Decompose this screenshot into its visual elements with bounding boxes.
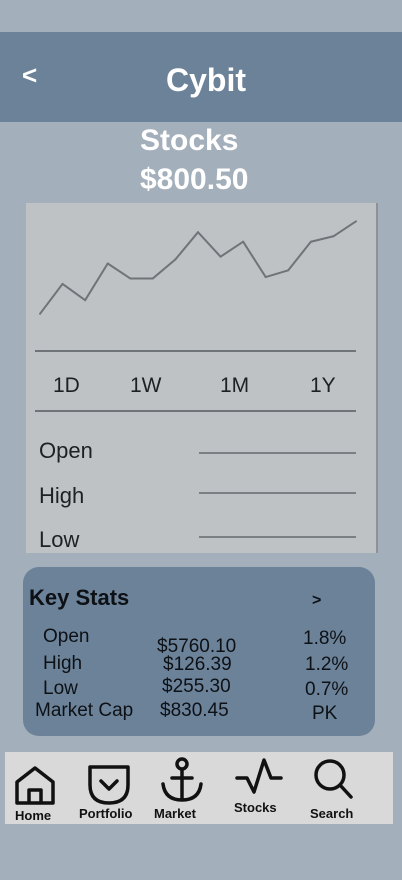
- stat-label-market-cap: Market Cap: [35, 700, 134, 721]
- key-stats-card[interactable]: Key Stats > Open $5760.10 1.8% High $126…: [23, 567, 375, 736]
- stat-label-open: Open: [43, 626, 90, 647]
- low-label: Low: [39, 527, 80, 552]
- nav-home-label: Home: [15, 808, 52, 823]
- chart-card: 1D 1W 1M 1Y Open High Low: [26, 203, 378, 553]
- range-1d[interactable]: 1D: [53, 375, 80, 396]
- nav-market-label: Market: [154, 806, 196, 821]
- bottom-nav: Home Portfolio Market Stocks Search: [5, 752, 393, 824]
- price-point-4: [129, 277, 132, 280]
- nav-search[interactable]: Search: [307, 752, 363, 824]
- price-point-3: [106, 262, 109, 265]
- nav-portfolio[interactable]: Portfolio: [77, 752, 143, 824]
- open-label: Open: [39, 438, 93, 463]
- nav-search-label: Search: [310, 806, 354, 821]
- high-value-line: [199, 492, 356, 494]
- nav-stocks-label: Stocks: [234, 800, 277, 815]
- home-icon: [15, 766, 55, 805]
- nav-portfolio-label: Portfolio: [79, 806, 133, 821]
- pocket-icon: [88, 765, 130, 805]
- price-point-13: [332, 235, 335, 238]
- price-point-10: [264, 276, 267, 279]
- stat-change-market-cap: PK: [312, 703, 338, 724]
- chart-divider-bottom: [35, 410, 356, 412]
- chart-divider-top: [35, 350, 356, 352]
- stock-name: Stocks: [140, 124, 239, 157]
- low-value-line: [199, 536, 356, 538]
- price-point-11: [287, 269, 290, 272]
- price-point-7: [197, 231, 199, 234]
- key-stats-title: Key Stats: [29, 585, 130, 610]
- range-1w[interactable]: 1W: [130, 375, 162, 396]
- stat-value-low: $255.30: [162, 676, 231, 697]
- price-point-0: [39, 312, 41, 315]
- price-series-line: [39, 220, 357, 315]
- nav-home[interactable]: Home: [11, 752, 61, 824]
- stat-label-high: High: [43, 653, 83, 674]
- search-icon: [314, 759, 353, 799]
- price-point-5: [151, 277, 154, 280]
- app-title: Cybit: [166, 62, 246, 98]
- key-stats-chevron[interactable]: >: [312, 593, 321, 609]
- range-1y[interactable]: 1Y: [310, 375, 336, 396]
- range-1m[interactable]: 1M: [220, 375, 249, 396]
- nav-market[interactable]: Market: [153, 752, 209, 824]
- open-value-line: [199, 452, 356, 454]
- stock-price: $800.50: [140, 163, 249, 196]
- nav-stocks[interactable]: Stocks: [229, 752, 289, 824]
- stat-value-high: $126.39: [163, 654, 232, 675]
- price-point-12: [309, 240, 312, 243]
- price-point-6: [174, 258, 177, 261]
- stat-change-high: 1.2%: [305, 654, 349, 675]
- price-point-9: [242, 240, 245, 243]
- price-point-2: [84, 299, 87, 302]
- price-point-14: [355, 220, 357, 223]
- anchor-icon: [161, 757, 203, 802]
- price-point-8: [219, 255, 222, 258]
- stat-change-low: 0.7%: [305, 679, 349, 700]
- price-point-1: [61, 282, 64, 285]
- high-label: High: [39, 483, 85, 508]
- price-chart: [39, 220, 357, 315]
- stat-label-low: Low: [43, 678, 78, 699]
- stat-change-open: 1.8%: [303, 628, 347, 649]
- activity-icon: [235, 758, 283, 794]
- stat-value-market-cap: $830.45: [160, 700, 229, 721]
